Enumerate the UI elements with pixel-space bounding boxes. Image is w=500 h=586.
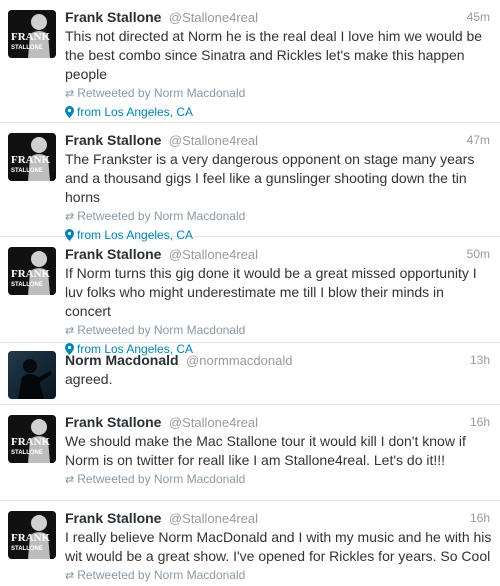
frank-stallone-avatar[interactable]: FRANK STALLONE (8, 415, 56, 463)
frank-stallone-avatar[interactable]: FRANK STALLONE (8, 133, 56, 181)
author-name[interactable]: Frank Stallone (65, 246, 161, 262)
retweet-label[interactable]: Retweeted by Norm Macdonald (77, 323, 245, 337)
timestamp[interactable]: 16h (470, 413, 490, 431)
svg-text:STALLONE: STALLONE (11, 45, 43, 51)
tweet-text: If Norm turns this gig done it would be … (65, 265, 477, 319)
timestamp[interactable]: 47m (467, 131, 490, 149)
author-handle[interactable]: @Stallone4real (169, 247, 258, 262)
svg-text:STALLONE: STALLONE (11, 168, 43, 174)
author-name[interactable]: Frank Stallone (65, 510, 161, 526)
retweet-label[interactable]: Retweeted by Norm Macdonald (77, 209, 245, 223)
tweet-text: I really believe Norm MacDonald and I wi… (65, 529, 492, 564)
retweet-icon: ⇄ (65, 570, 75, 582)
tweet-text: agreed. (65, 371, 113, 387)
retweet-label[interactable]: Retweeted by Norm Macdonald (77, 86, 245, 100)
frank-stallone-avatar[interactable]: FRANK STALLONE (8, 511, 56, 559)
tweet[interactable]: FRANK STALLONE Frank Stallone @Stallone4… (0, 237, 500, 356)
svg-text:STALLONE: STALLONE (11, 282, 43, 288)
retweet-context[interactable]: ⇄ Retweeted by Norm Macdonald (65, 471, 492, 488)
timestamp[interactable]: 13h (470, 351, 490, 369)
author-handle[interactable]: @normmacdonald (186, 353, 292, 368)
tweet[interactable]: Norm Macdonald @normmacdonald 13h agreed… (0, 343, 500, 405)
author-handle[interactable]: @Stallone4real (169, 511, 258, 526)
svg-text:STALLONE: STALLONE (11, 546, 43, 552)
norm-macdonald-avatar[interactable] (8, 351, 56, 399)
retweet-icon: ⇄ (65, 88, 75, 100)
author-name[interactable]: Frank Stallone (65, 414, 161, 430)
tweet-text: The Frankster is a very dangerous oppone… (65, 151, 475, 205)
retweet-icon: ⇄ (65, 211, 75, 223)
tweet-feed: FRANK STALLONE Frank Stallone @Stallone4… (0, 0, 500, 586)
svg-text:STALLONE: STALLONE (11, 450, 43, 456)
author-handle[interactable]: @Stallone4real (169, 10, 258, 25)
retweet-context[interactable]: ⇄ Retweeted by Norm Macdonald (65, 567, 492, 584)
location-label[interactable]: from Los Angeles, CA (77, 105, 193, 119)
svg-text:FRANK: FRANK (11, 268, 51, 280)
frank-stallone-avatar[interactable]: FRANK STALLONE (8, 247, 56, 295)
location-pin-icon (65, 105, 74, 123)
retweet-label[interactable]: Retweeted by Norm Macdonald (77, 472, 245, 486)
author-handle[interactable]: @Stallone4real (169, 133, 258, 148)
svg-text:FRANK: FRANK (11, 31, 51, 43)
retweet-label[interactable]: Retweeted by Norm Macdonald (77, 568, 245, 582)
author-handle[interactable]: @Stallone4real (169, 415, 258, 430)
tweet[interactable]: FRANK STALLONE Frank Stallone @Stallone4… (0, 501, 500, 586)
retweet-icon: ⇄ (65, 474, 75, 486)
author-name[interactable]: Frank Stallone (65, 132, 161, 148)
author-name[interactable]: Frank Stallone (65, 9, 161, 25)
svg-text:FRANK: FRANK (11, 532, 51, 544)
retweet-context[interactable]: ⇄ Retweeted by Norm Macdonald (65, 85, 492, 102)
timestamp[interactable]: 16h (470, 509, 490, 527)
author-name[interactable]: Norm Macdonald (65, 352, 179, 368)
tweet[interactable]: FRANK STALLONE Frank Stallone @Stallone4… (0, 405, 500, 501)
retweet-context[interactable]: ⇄ Retweeted by Norm Macdonald (65, 208, 492, 225)
retweet-context[interactable]: ⇄ Retweeted by Norm Macdonald (65, 322, 492, 339)
frank-stallone-avatar[interactable]: FRANK STALLONE (8, 10, 56, 58)
tweet[interactable]: FRANK STALLONE Frank Stallone @Stallone4… (0, 0, 500, 123)
retweet-icon: ⇄ (65, 325, 75, 337)
svg-text:FRANK: FRANK (11, 154, 51, 166)
location[interactable]: from Los Angeles, CA (65, 103, 492, 123)
tweet-text: We should make the Mac Stallone tour it … (65, 433, 466, 468)
timestamp[interactable]: 45m (467, 8, 490, 26)
tweet[interactable]: FRANK STALLONE Frank Stallone @Stallone4… (0, 123, 500, 242)
tweet-text: This not directed at Norm he is the real… (65, 28, 483, 82)
svg-text:FRANK: FRANK (11, 436, 51, 448)
timestamp[interactable]: 50m (467, 245, 490, 263)
